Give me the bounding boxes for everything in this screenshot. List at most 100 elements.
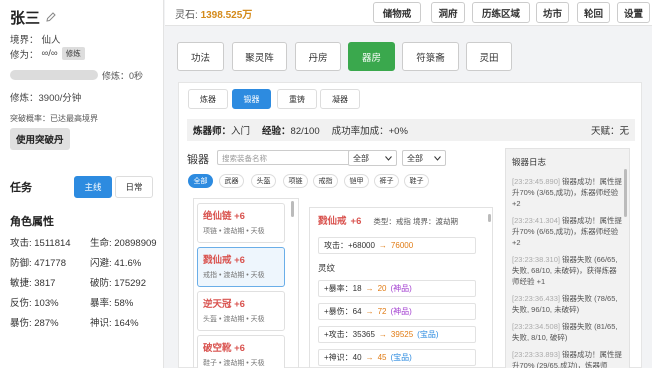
- tab-refine[interactable]: 炼器: [188, 89, 228, 109]
- rate-value: 3900/分钟: [38, 93, 82, 104]
- list-item[interactable]: 绝仙链 +6 项链 • 渡劫期 • 天极: [197, 203, 285, 243]
- cultivation-progress-bar: [10, 70, 98, 80]
- tab-spirit-field[interactable]: 灵田: [466, 42, 512, 71]
- log-entries: [23:23:45.890] 锻器成功！属性提升70% (3/65,成功)，炼器…: [512, 176, 623, 368]
- chip-armor[interactable]: 铠甲: [344, 174, 369, 188]
- attributes-title: 角色属性: [10, 216, 54, 228]
- list-item[interactable]: 戮仙戒 +6 戒指 • 渡劫期 • 天极: [197, 247, 285, 287]
- log-entry: [23:23:41.304] 锻器成功！属性提升70% (6/65,成功)，炼器…: [512, 215, 623, 248]
- item-name: 绝仙链 +6: [203, 211, 245, 222]
- log-timestamp: [23:23:36.433]: [512, 294, 563, 303]
- log-entry: [23:23:36.433] 锻器失败 (78/65,失败, 96/10, 未破…: [512, 293, 623, 315]
- log-title: 锻器日志: [512, 157, 547, 167]
- log-timestamp: [23:23:45.890]: [512, 177, 563, 186]
- affix-tag: (神品): [390, 284, 412, 293]
- detail-level: +6: [350, 216, 362, 227]
- forge-log: 锻器日志 [23:23:45.890] 锻器成功！属性提升70% (3/65,成…: [505, 148, 630, 368]
- tab-daily[interactable]: 日常: [115, 176, 153, 198]
- arrow-icon: →: [378, 330, 387, 339]
- detail-section-title: 灵纹: [318, 263, 336, 273]
- breakthrough-button[interactable]: 使用突破丹: [10, 128, 70, 150]
- equipment-search-input[interactable]: 搜索装备名称: [217, 150, 361, 165]
- attr-item: 生命: 20898909: [90, 238, 157, 249]
- forge-stats-bar: 炼器师：入门 经验：82/100 成功率加成：+0% 天赋：无: [187, 119, 635, 141]
- affix-tag: (宝品): [390, 353, 412, 362]
- affix-line: +神识： 40 → 45 (宝品): [318, 349, 476, 366]
- realm-label: 境界：: [10, 34, 39, 46]
- affix-tag: (神品): [390, 307, 412, 316]
- cultivate-button[interactable]: 修炼: [61, 47, 85, 60]
- edit-icon[interactable]: [46, 12, 56, 22]
- log-timestamp: [23:23:34.508]: [512, 322, 563, 331]
- chip-all[interactable]: 全部: [188, 174, 213, 188]
- tab-alchemy[interactable]: 丹房: [295, 42, 341, 71]
- realm-filter-value: 全部: [407, 153, 423, 163]
- chip-weapon[interactable]: 武器: [219, 174, 244, 188]
- detail-attack-line: 攻击：+68000 → 76000: [318, 237, 476, 254]
- item-meta: 头盔 • 渡劫期 • 天极: [203, 316, 265, 323]
- tab-forge[interactable]: 器房: [348, 42, 395, 71]
- training-area-button[interactable]: 历练区域: [472, 2, 530, 23]
- cultivation-progress-row: 修炼：0秒: [10, 69, 153, 81]
- affix-to: 20: [377, 284, 387, 293]
- type-filter-select[interactable]: 全部: [348, 150, 397, 166]
- task-header: 任务 主线 日常: [10, 176, 153, 198]
- chip-shoes[interactable]: 鞋子: [404, 174, 429, 188]
- list-item[interactable]: 逆天冠 +6 头盔 • 渡劫期 • 天极: [197, 291, 285, 331]
- task-title: 任务: [10, 182, 32, 194]
- cave-button[interactable]: 洞府: [431, 2, 465, 23]
- list-item[interactable]: 破空靴 +6 鞋子 • 渡劫期 • 天极: [197, 335, 285, 368]
- master-value: 入门: [231, 126, 251, 137]
- list-scrollbar[interactable]: [291, 201, 294, 217]
- spirit-stone-value: 1398.525万: [200, 10, 253, 21]
- affix-to: 45: [377, 353, 387, 362]
- realm-filter-select[interactable]: 全部: [402, 150, 446, 166]
- chip-pants[interactable]: 裤子: [374, 174, 399, 188]
- affix-line: +暴伤： 64 → 72 (神品): [318, 303, 476, 320]
- arrow-icon: →: [365, 353, 374, 362]
- item-name: 破空靴 +6: [203, 343, 245, 354]
- chip-ring[interactable]: 戒指: [313, 174, 338, 188]
- tab-talisman[interactable]: 符箓斋: [402, 42, 459, 71]
- detail-meta: 类型：戒指 境界：渡劫期: [373, 217, 458, 226]
- affix-label: +神识：: [324, 353, 353, 362]
- attr-item: 反伤: 103%: [10, 298, 59, 309]
- log-timestamp: [23:23:33.893]: [512, 350, 563, 359]
- tab-skills[interactable]: 功法: [177, 42, 224, 71]
- log-entry: [23:23:45.890] 锻器成功！属性提升70% (3/65,成功)，炼器…: [512, 176, 623, 209]
- reincarnation-button[interactable]: 轮回: [577, 2, 610, 23]
- attr-item: 破防: 175292: [90, 278, 146, 289]
- affix-label: +攻击：: [324, 330, 353, 339]
- forge-panel: 炼器 锻器 重铸 凝器 炼器师：入门 经验：82/100 成功率加成：+0% 天…: [178, 82, 642, 368]
- log-scrollbar[interactable]: [624, 169, 627, 217]
- tab-condense[interactable]: 凝器: [320, 89, 360, 109]
- affix-label: +暴率：: [324, 284, 353, 293]
- chip-necklace[interactable]: 项链: [283, 174, 308, 188]
- equipment-detail: 戮仙戒 +6 类型：戒指 境界：渡劫期 攻击：+68000 → 76000 灵纹…: [309, 207, 493, 368]
- tab-recast[interactable]: 重铸: [277, 89, 317, 109]
- equipment-label: 锻器: [187, 154, 209, 166]
- experience: 经验：82/100: [262, 123, 320, 137]
- chevron-down-icon: [385, 155, 392, 161]
- tab-spirit-array[interactable]: 聚灵阵: [232, 42, 287, 71]
- exp-label: 经验：: [262, 126, 291, 137]
- storage-ring-button[interactable]: 储物戒: [373, 2, 421, 23]
- settings-button[interactable]: 设置: [617, 2, 650, 23]
- tab-main-quest[interactable]: 主线: [74, 176, 112, 198]
- top-bar: 灵石: 1398.525万 储物戒 洞府 历练区域 坊市 轮回 设置: [165, 0, 652, 26]
- market-button[interactable]: 坊市: [536, 2, 569, 23]
- attr-item: 攻击: 1511814: [10, 238, 71, 249]
- chevron-down-icon: [434, 155, 441, 161]
- spirit-stone-label: 灵石:: [175, 10, 198, 21]
- attack-to: 76000: [390, 241, 414, 250]
- affix-from: 64: [352, 307, 362, 316]
- attr-item: 敏捷: 3817: [10, 278, 56, 289]
- tab-temper[interactable]: 锻器: [232, 89, 271, 109]
- affix-from: 35365: [352, 330, 375, 339]
- log-entry: [23:23:38.310] 锻器失败 (66/65,失败, 68/10, 未破…: [512, 254, 623, 287]
- master-rank: 炼器师：入门: [193, 123, 250, 137]
- log-timestamp: [23:23:41.304]: [512, 216, 563, 225]
- detail-scrollbar[interactable]: [488, 214, 491, 222]
- attr-item: 防御: 471778: [10, 258, 66, 269]
- chip-helmet[interactable]: 头盔: [251, 174, 276, 188]
